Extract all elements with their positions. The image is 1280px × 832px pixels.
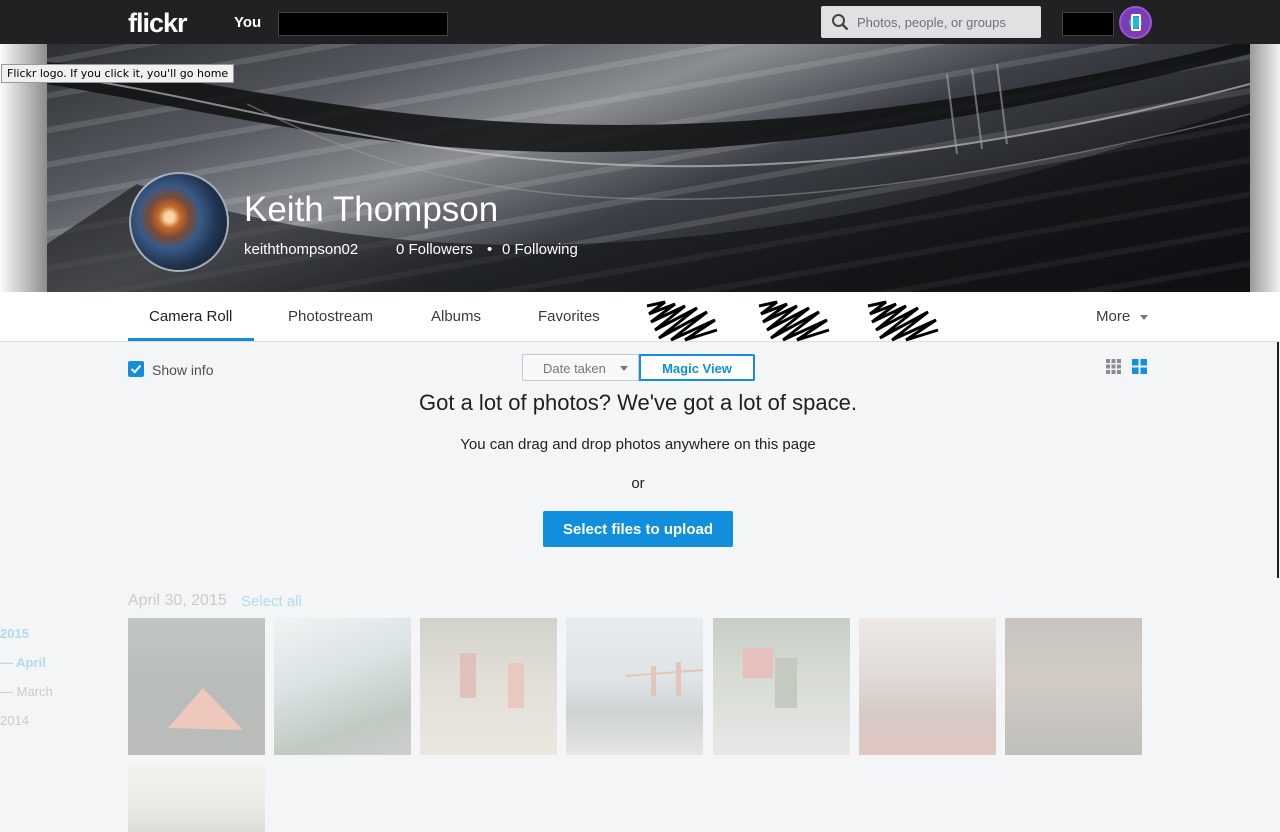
logo-tooltip: Flickr logo. If you click it, you'll go …	[1, 64, 235, 83]
flickr-logo[interactable]: flickr	[128, 8, 188, 39]
search-box	[821, 6, 1041, 38]
active-tab-indicator	[128, 338, 254, 341]
photo-thumbnail[interactable]	[1005, 618, 1142, 755]
stats-separator: •	[487, 241, 493, 258]
photo-thumbnail[interactable]	[128, 764, 265, 832]
user-avatar[interactable]	[1119, 6, 1152, 39]
redacted-tab-2[interactable]	[757, 298, 831, 342]
redacted-nav-links	[278, 12, 448, 36]
timeline-year-2015[interactable]: 2015	[0, 626, 29, 641]
redacted-tab-1[interactable]	[645, 298, 719, 342]
page-edge-line	[1277, 342, 1279, 578]
camera-icon	[1131, 14, 1141, 31]
upload-headline: Got a lot of photos? We've got a lot of …	[419, 390, 857, 415]
sort-dropdown[interactable]: Date taken	[522, 354, 639, 381]
large-grid-view-icon[interactable]	[1132, 359, 1147, 374]
photo-thumbnail[interactable]	[128, 618, 265, 755]
tab-favorites[interactable]: Favorites	[538, 308, 600, 325]
photo-thumbnail[interactable]	[420, 618, 557, 755]
tab-camera-roll[interactable]: Camera Roll	[149, 308, 232, 325]
timeline-month-march[interactable]: — March	[0, 684, 53, 699]
cover-right-edge	[1250, 44, 1280, 292]
timeline-year-2014[interactable]: 2014	[0, 713, 29, 728]
upload-subline: You can drag and drop photos anywhere on…	[460, 436, 816, 453]
show-info-label[interactable]: Show info	[152, 362, 213, 378]
profile-subnav: Camera Roll Photostream Albums Favorites…	[0, 292, 1280, 342]
checkmark-icon	[130, 364, 142, 374]
profile-avatar[interactable]	[129, 172, 229, 272]
top-nav: flickr You	[0, 0, 1280, 44]
tab-albums[interactable]: Albums	[431, 308, 481, 325]
more-menu[interactable]: More	[1096, 308, 1130, 325]
redacted-account-menu	[1062, 12, 1114, 36]
upload-or: or	[631, 475, 645, 492]
photo-thumbnail[interactable]	[566, 618, 703, 755]
chevron-down-icon	[1140, 315, 1148, 320]
select-all-link[interactable]: Select all	[241, 593, 302, 610]
following-link[interactable]: 0 Following	[502, 241, 578, 258]
profile-username: keiththompson02	[244, 241, 359, 258]
search-icon	[832, 14, 849, 31]
followers-link[interactable]: 0 Followers	[396, 241, 473, 258]
search-input[interactable]	[857, 6, 1037, 38]
photo-thumbnail[interactable]	[274, 618, 411, 755]
date-heading: April 30, 2015	[128, 592, 227, 609]
dropdown-caret-icon	[620, 366, 628, 371]
profile-name: Keith Thompson	[244, 190, 499, 229]
magic-view-button[interactable]: Magic View	[639, 354, 755, 381]
nav-you-menu[interactable]: You	[234, 14, 261, 31]
photo-thumbnail[interactable]	[859, 618, 996, 755]
show-info-checkbox[interactable]	[128, 361, 144, 377]
sort-label: Date taken	[543, 361, 606, 376]
select-files-button[interactable]: Select files to upload	[543, 511, 733, 547]
redacted-tab-3[interactable]	[866, 298, 940, 342]
magic-view-label: Magic View	[662, 361, 732, 376]
small-grid-view-icon[interactable]	[1106, 359, 1121, 374]
tab-photostream[interactable]: Photostream	[288, 308, 373, 325]
photo-thumbnail[interactable]	[713, 618, 850, 755]
timeline-month-april[interactable]: — April	[0, 655, 46, 670]
